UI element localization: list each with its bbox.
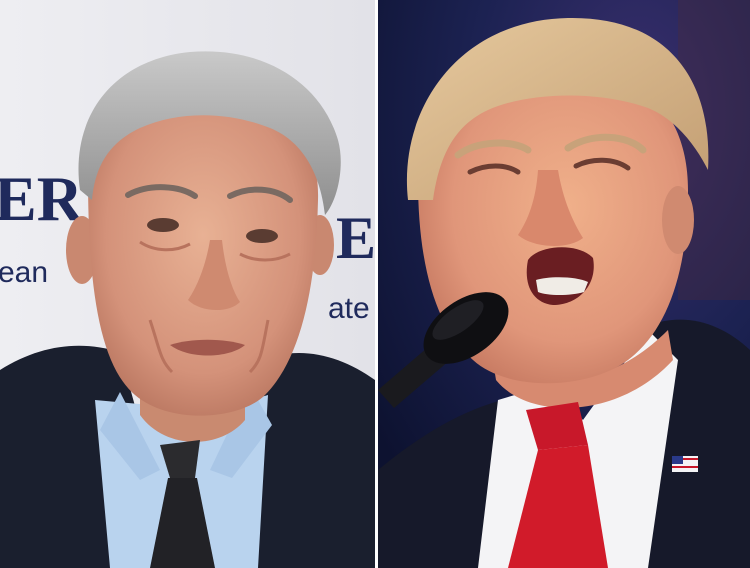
backdrop-lettering: ER [0,163,84,234]
side-by-side-photo-collage: ER E ean ate [0,0,750,568]
background-glow [678,0,750,300]
backdrop-lettering-right: E [336,205,375,271]
eye-left [147,218,179,232]
left-portrait-photo: ER E ean ate [0,0,375,568]
right-portrait-illustration [378,0,750,568]
backdrop-sub-lettering-right: ate [328,292,370,325]
teeth [536,277,588,295]
backdrop-sub-lettering: ean [0,256,48,289]
eye-right [246,229,278,243]
right-portrait-photo [378,0,750,568]
left-portrait-illustration: ER E ean ate [0,0,375,568]
ear-right [662,186,694,254]
